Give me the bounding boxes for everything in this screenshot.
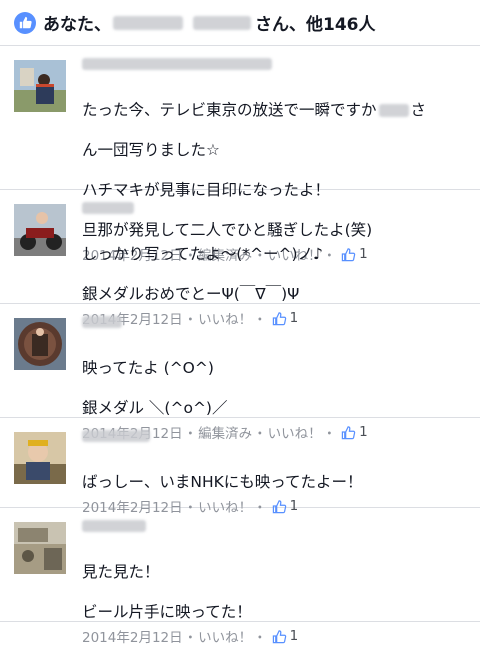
likes-prefix: あなた、 xyxy=(43,15,111,35)
avatar[interactable] xyxy=(14,318,66,370)
redacted-name xyxy=(113,15,183,30)
likes-summary-header[interactable]: あなた、 さん、他146人 xyxy=(0,0,480,46)
comment-date[interactable]: 2014年2月12日 xyxy=(82,626,183,646)
redacted-name[interactable] xyxy=(82,202,134,214)
comment-item: 見た見た！ ビール片手に映ってた！ 2014年2月12日 ・ いいね！ ・ 1 xyxy=(0,508,480,646)
comment-text: ばっしー、いまNHKにも映ってたよー！ xyxy=(82,473,363,491)
redacted-name xyxy=(193,15,251,30)
redacted-name[interactable] xyxy=(82,58,272,70)
comment-item: しっかり写ってたよ〜(*^ー^)ノ♪ 銀メダルおめでとーΨ(￣∇￣)Ψ 2014… xyxy=(0,190,480,328)
redacted-name xyxy=(378,104,409,117)
comment-text: 見た見た！ ビール片手に映ってた！ xyxy=(82,563,252,621)
avatar[interactable] xyxy=(14,522,66,574)
comment-text: 映ってたよ (^O^) 銀メダル ＼(^o^)／ xyxy=(82,359,228,417)
comment-text: しっかり写ってたよ〜(*^ー^)ノ♪ 銀メダルおめでとーΨ(￣∇￣)Ψ xyxy=(82,245,323,303)
likes-summary-text: あなた、 さん、他146人 xyxy=(43,10,376,35)
redacted-name[interactable] xyxy=(82,316,122,328)
like-link[interactable]: いいね！ xyxy=(198,626,252,646)
thumb-up-icon xyxy=(272,629,287,644)
comment-item: ばっしー、いまNHKにも映ってたよー！ 2014年2月12日 ・ いいね！ ・ … xyxy=(0,418,480,516)
like-thumb-icon xyxy=(14,11,36,34)
comment-item: たった今、テレビ東京の放送で一瞬ですかさ ん一団写りました☆ ハチマキが見事に目… xyxy=(0,46,480,264)
redacted-name[interactable] xyxy=(82,520,146,532)
comment-meta: 2014年2月12日 ・ いいね！ ・ 1 xyxy=(82,626,299,646)
avatar[interactable] xyxy=(14,60,66,112)
avatar[interactable] xyxy=(14,432,66,484)
likes-suffix: さん、他146人 xyxy=(255,15,376,35)
comment-item: 映ってたよ (^O^) 銀メダル ＼(^o^)／ 2014年2月12日 ・ 編集… xyxy=(0,304,480,442)
like-count[interactable]: 1 xyxy=(290,628,299,644)
avatar[interactable] xyxy=(14,204,66,256)
redacted-name[interactable] xyxy=(82,430,150,442)
